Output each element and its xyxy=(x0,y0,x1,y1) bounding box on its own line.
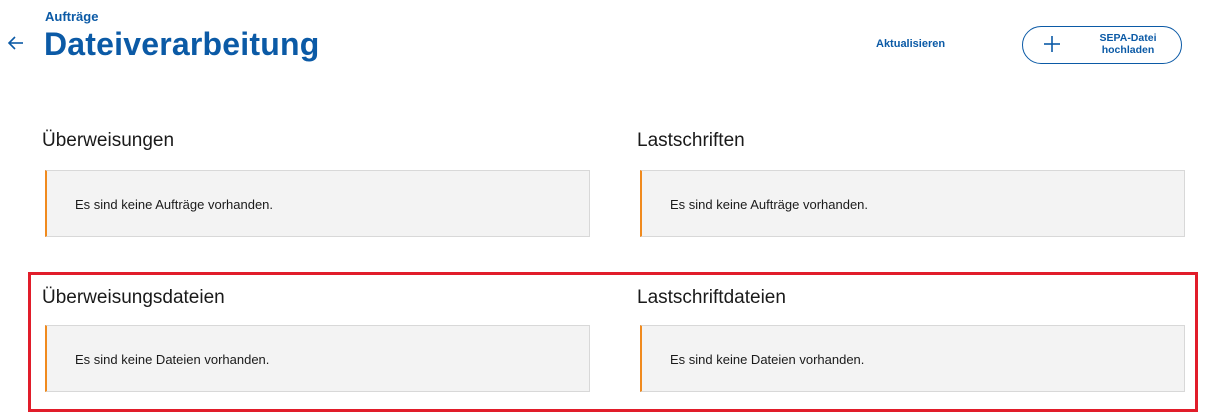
plus-icon xyxy=(1043,35,1061,53)
page-title: Dateiverarbeitung xyxy=(44,26,320,62)
section-title-transfer-files: Überweisungsdateien xyxy=(42,287,225,308)
page-header: Aufträge Dateiverarbeitung Aktualisieren… xyxy=(0,0,1205,80)
empty-state-debits: Es sind keine Aufträge vorhanden. xyxy=(640,170,1185,237)
section-title-debits: Lastschriften xyxy=(637,130,745,151)
arrow-left-icon[interactable] xyxy=(6,33,26,53)
refresh-button[interactable]: Aktualisieren xyxy=(876,38,945,50)
empty-state-debit-files: Es sind keine Dateien vorhanden. xyxy=(640,325,1185,392)
section-title-transfers: Überweisungen xyxy=(42,130,175,151)
section-title-debit-files: Lastschriftdateien xyxy=(637,287,786,308)
upload-sepa-button[interactable]: SEPA-Datei hochladen xyxy=(1022,26,1182,64)
empty-state-text: Es sind keine Dateien vorhanden. xyxy=(75,352,270,367)
empty-state-text: Es sind keine Aufträge vorhanden. xyxy=(75,197,274,212)
empty-state-text: Es sind keine Aufträge vorhanden. xyxy=(670,197,869,212)
empty-state-text: Es sind keine Dateien vorhanden. xyxy=(670,352,865,367)
empty-state-transfer-files: Es sind keine Dateien vorhanden. xyxy=(45,325,590,392)
breadcrumb[interactable]: Aufträge xyxy=(45,9,98,24)
upload-sepa-label: SEPA-Datei hochladen xyxy=(1099,32,1157,56)
empty-state-transfers: Es sind keine Aufträge vorhanden. xyxy=(45,170,590,237)
